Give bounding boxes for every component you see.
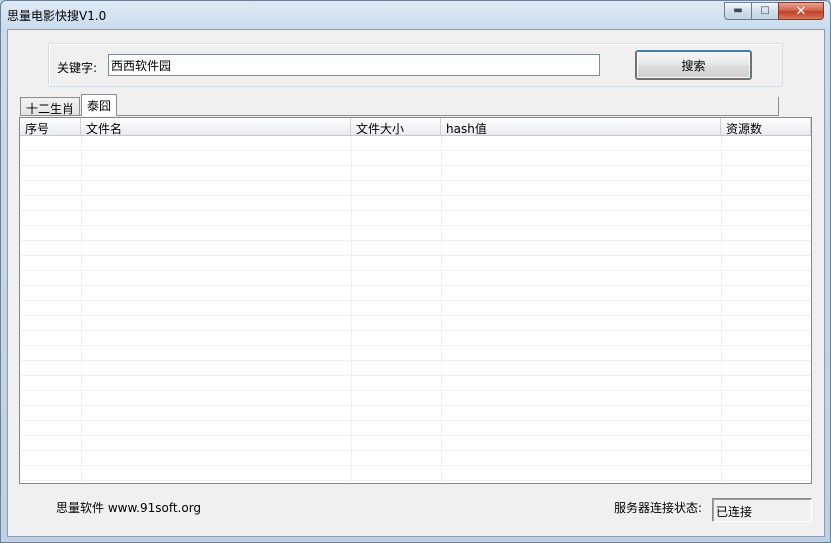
table-row[interactable]	[20, 346, 811, 361]
column-divider	[811, 136, 812, 483]
title-bar[interactable]: 思量电影快搜V1.0 ▬ □ ✕	[1, 1, 830, 29]
table-row[interactable]	[20, 286, 811, 301]
table-row[interactable]	[20, 331, 811, 346]
server-status-value: 已连接	[712, 498, 812, 522]
window-title: 思量电影快搜V1.0	[7, 9, 107, 23]
table-row[interactable]	[20, 166, 811, 181]
table-row[interactable]	[20, 451, 811, 466]
table-row[interactable]	[20, 406, 811, 421]
search-group: 关键字: 搜索	[48, 43, 783, 87]
table-row[interactable]	[20, 271, 811, 286]
table-row[interactable]	[20, 376, 811, 391]
table-header: 序号 文件名 文件大小 hash值 资源数	[20, 118, 811, 136]
table-row[interactable]	[20, 211, 811, 226]
keyword-input[interactable]	[108, 54, 600, 76]
column-header-resource-count[interactable]: 资源数	[721, 118, 811, 136]
tab-strip-line	[20, 115, 779, 116]
table-row[interactable]	[20, 316, 811, 331]
close-button[interactable]: ✕	[778, 2, 824, 20]
tab-taijiong[interactable]: 泰囧	[81, 94, 118, 116]
table-row[interactable]	[20, 436, 811, 451]
table-body	[20, 136, 811, 483]
table-row[interactable]	[20, 151, 811, 166]
table-row[interactable]	[20, 181, 811, 196]
table-row[interactable]	[20, 226, 811, 241]
table-row[interactable]	[20, 361, 811, 376]
search-button[interactable]: 搜索	[636, 51, 751, 79]
column-header-filename[interactable]: 文件名	[81, 118, 351, 136]
table-row[interactable]	[20, 391, 811, 406]
table-row[interactable]	[20, 136, 811, 151]
company-info: 思量软件 www.91soft.org	[56, 501, 202, 515]
minimize-button[interactable]: ▬	[724, 2, 751, 20]
table-row[interactable]	[20, 466, 811, 481]
table-row[interactable]	[20, 256, 811, 271]
server-status-label: 服务器连接状态:	[614, 501, 703, 515]
maximize-icon: □	[760, 5, 770, 16]
maximize-button[interactable]: □	[751, 2, 778, 20]
window-controls: ▬ □ ✕	[724, 2, 824, 20]
tab-shier-shengxiao[interactable]: 十二生肖	[20, 97, 81, 116]
tab-strip-edge	[778, 97, 779, 116]
close-icon: ✕	[795, 3, 807, 19]
minimize-icon: ▬	[733, 5, 743, 16]
table-row[interactable]	[20, 196, 811, 211]
table-row[interactable]	[20, 301, 811, 316]
column-header-filesize[interactable]: 文件大小	[351, 118, 441, 136]
table-row[interactable]	[20, 241, 811, 256]
column-header-hash[interactable]: hash值	[441, 118, 721, 136]
client-area: 关键字: 搜索 十二生肖 泰囧 序号 文件名 文件大小 hash值 资源数 思量…	[7, 29, 825, 537]
results-table[interactable]: 序号 文件名 文件大小 hash值 资源数	[19, 117, 812, 484]
app-window: 思量电影快搜V1.0 ▬ □ ✕ 关键字: 搜索 十二生肖 泰囧 序号 文件名	[0, 0, 831, 543]
column-header-index[interactable]: 序号	[20, 118, 81, 136]
keyword-label: 关键字:	[57, 61, 98, 75]
table-row[interactable]	[20, 421, 811, 436]
